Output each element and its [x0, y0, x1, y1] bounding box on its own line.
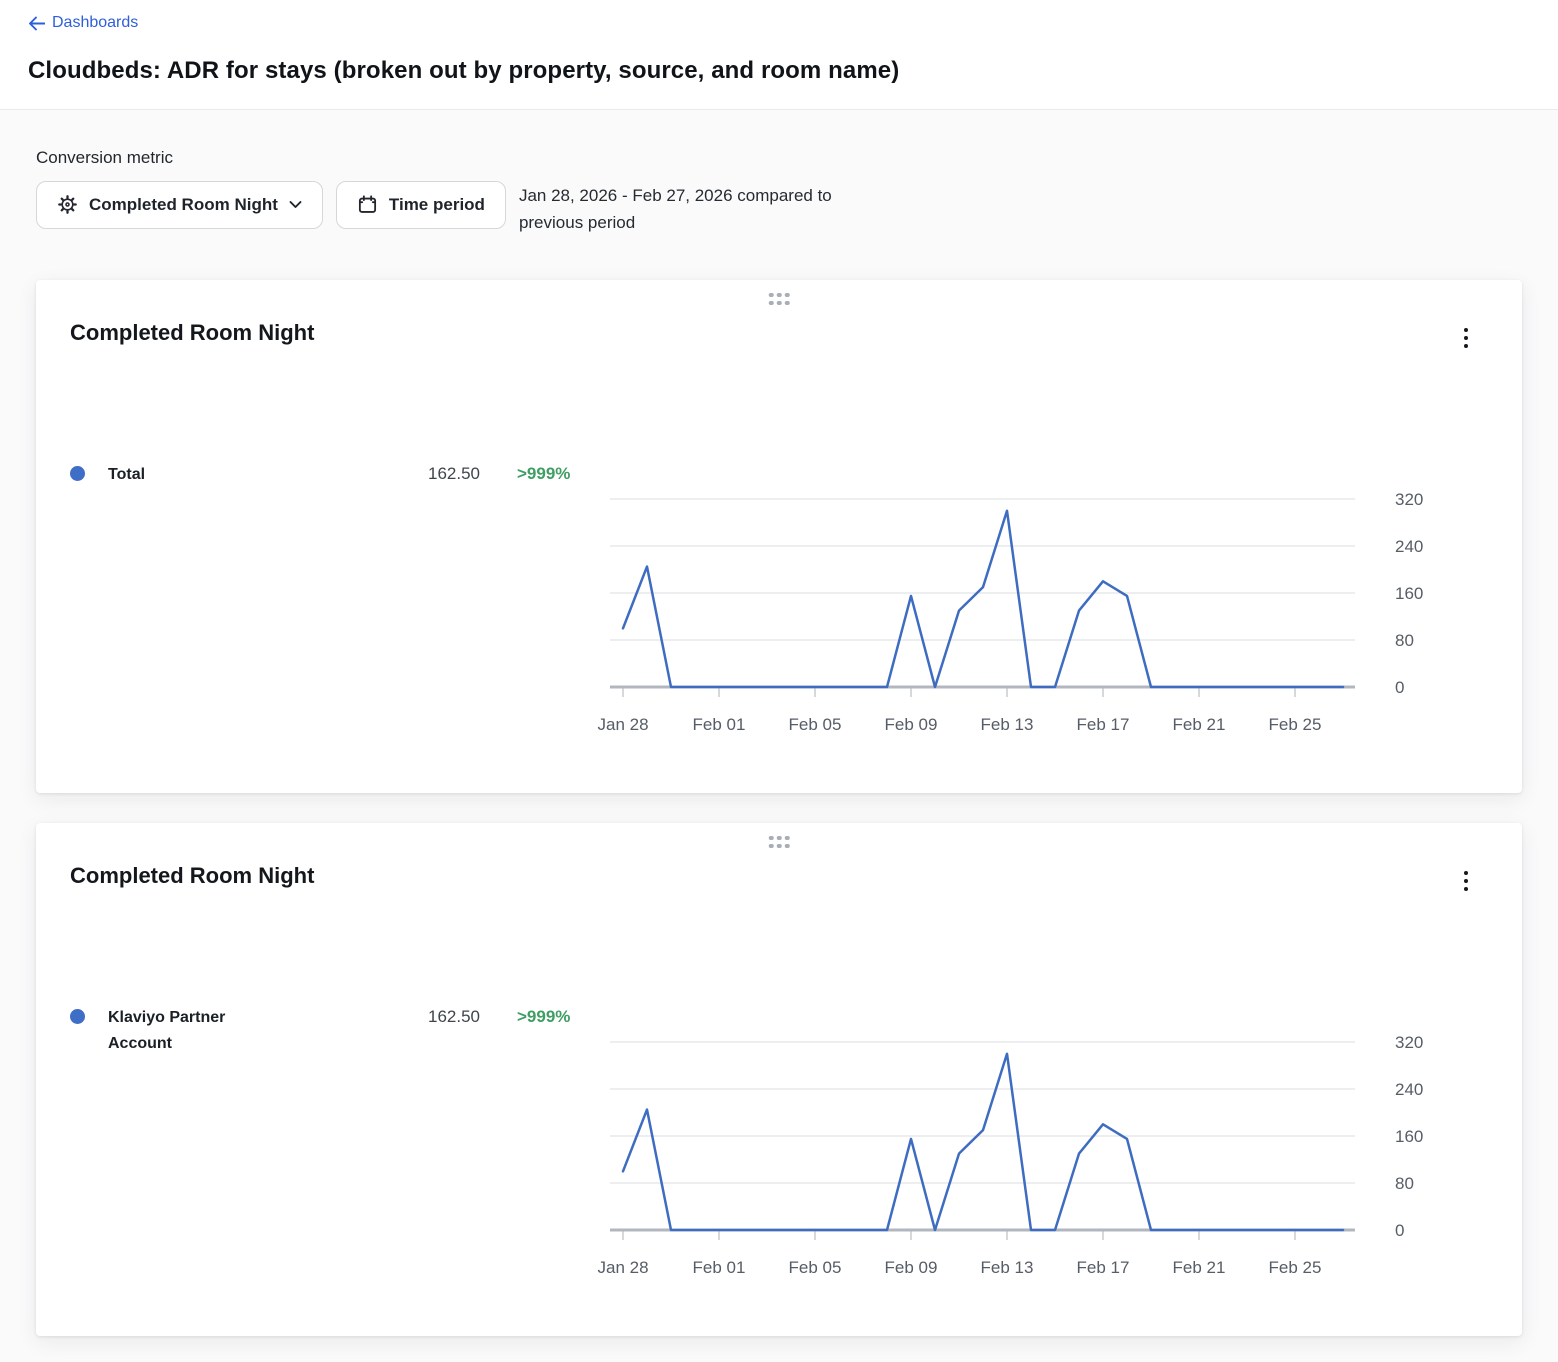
svg-text:Feb 17: Feb 17	[1077, 1258, 1130, 1277]
svg-text:Feb 05: Feb 05	[789, 1258, 842, 1277]
chevron-down-icon	[289, 200, 302, 209]
line-chart-total[interactable]: Jan 28Feb 01Feb 05Feb 09Feb 13Feb 17Feb …	[610, 376, 1488, 757]
line-chart-svg[interactable]: Jan 28Feb 01Feb 05Feb 09Feb 13Feb 17Feb …	[610, 1030, 1488, 1300]
svg-text:0: 0	[1395, 678, 1404, 697]
svg-text:160: 160	[1395, 584, 1423, 603]
legend-row-total[interactable]: Total 162.50 >999%	[70, 462, 610, 488]
period-text-line1: Jan 28, 2026 - Feb 27, 2026 compared to	[519, 186, 832, 205]
line-chart-svg[interactable]: Jan 28Feb 01Feb 05Feb 09Feb 13Feb 17Feb …	[610, 487, 1488, 757]
series-label: Klaviyo Partner Account	[108, 1005, 268, 1057]
svg-text:240: 240	[1395, 1080, 1423, 1099]
svg-text:Feb 09: Feb 09	[885, 1258, 938, 1277]
legend-column: Total 162.50 >999%	[70, 376, 610, 757]
svg-text:Feb 25: Feb 25	[1269, 1258, 1322, 1277]
back-link-label: Dashboards	[52, 14, 138, 32]
time-period-button-label: Time period	[389, 195, 485, 215]
back-arrow-icon	[28, 16, 45, 31]
svg-text:Feb 21: Feb 21	[1173, 715, 1226, 734]
svg-text:Feb 01: Feb 01	[693, 715, 746, 734]
dashboard-content: Conversion metric Completed Room Night	[0, 110, 1558, 1362]
card-menu-kebab-icon[interactable]	[1460, 324, 1472, 352]
series-delta-badge: >999%	[517, 462, 570, 486]
line-chart-klaviyo-partner-account[interactable]: Jan 28Feb 01Feb 05Feb 09Feb 13Feb 17Feb …	[610, 919, 1488, 1300]
svg-text:Jan 28: Jan 28	[597, 715, 648, 734]
series-delta-badge: >999%	[517, 1005, 570, 1029]
svg-text:320: 320	[1395, 490, 1423, 509]
gear-icon	[57, 194, 78, 215]
svg-text:Feb 25: Feb 25	[1269, 715, 1322, 734]
page-header: Dashboards Cloudbeds: ADR for stays (bro…	[0, 0, 1558, 110]
card-title: Completed Room Night	[70, 320, 1488, 346]
back-to-dashboards-link[interactable]: Dashboards	[28, 14, 138, 32]
card-title: Completed Room Night	[70, 863, 1488, 889]
conversion-metric-button[interactable]: Completed Room Night	[36, 181, 323, 229]
svg-text:Feb 09: Feb 09	[885, 715, 938, 734]
metric-card-total: Completed Room Night Total 162.50 >999% …	[36, 280, 1522, 793]
metric-card-klaviyo-partner-account: Completed Room Night Klaviyo Partner Acc…	[36, 823, 1522, 1336]
calendar-icon	[357, 194, 378, 215]
series-value: 162.50	[348, 462, 480, 486]
series-value: 162.50	[348, 1005, 480, 1029]
svg-text:80: 80	[1395, 1174, 1414, 1193]
svg-text:320: 320	[1395, 1033, 1423, 1052]
controls-row: Completed Room Night Time period Jan 28,…	[36, 181, 1522, 236]
period-text-line2: previous period	[519, 213, 635, 232]
svg-text:160: 160	[1395, 1127, 1423, 1146]
series-dot	[70, 1009, 85, 1024]
card-menu-kebab-icon[interactable]	[1460, 867, 1472, 895]
card-body: Total 162.50 >999% Jan 28 Feb 01 Feb 05 Feb…	[70, 376, 1488, 757]
svg-text:240: 240	[1395, 537, 1423, 556]
svg-text:Feb 01: Feb 01	[693, 1258, 746, 1277]
legend-column: Klaviyo Partner Account 162.50 >999%	[70, 919, 610, 1300]
selected-period-text: Jan 28, 2026 - Feb 27, 2026 compared to …	[519, 181, 832, 236]
drag-handle[interactable]	[765, 289, 794, 310]
svg-text:0: 0	[1395, 1221, 1404, 1240]
conversion-metric-button-label: Completed Room Night	[89, 195, 278, 215]
svg-text:Jan 28: Jan 28	[597, 1258, 648, 1277]
series-label: Total	[108, 462, 268, 488]
time-period-button[interactable]: Time period	[336, 181, 506, 229]
svg-text:Feb 05: Feb 05	[789, 715, 842, 734]
svg-text:80: 80	[1395, 631, 1414, 650]
svg-text:Feb 21: Feb 21	[1173, 1258, 1226, 1277]
series-dot	[70, 466, 85, 481]
conversion-metric-label: Conversion metric	[36, 148, 1522, 168]
drag-handle[interactable]	[765, 832, 794, 853]
card-body: Klaviyo Partner Account 162.50 >999% Jan…	[70, 919, 1488, 1300]
svg-text:Feb 13: Feb 13	[981, 1258, 1034, 1277]
page-title: Cloudbeds: ADR for stays (broken out by …	[28, 57, 1530, 85]
legend-row-klaviyo-partner-account[interactable]: Klaviyo Partner Account 162.50 >999%	[70, 1005, 610, 1057]
svg-text:Feb 17: Feb 17	[1077, 715, 1130, 734]
svg-text:Feb 13: Feb 13	[981, 715, 1034, 734]
